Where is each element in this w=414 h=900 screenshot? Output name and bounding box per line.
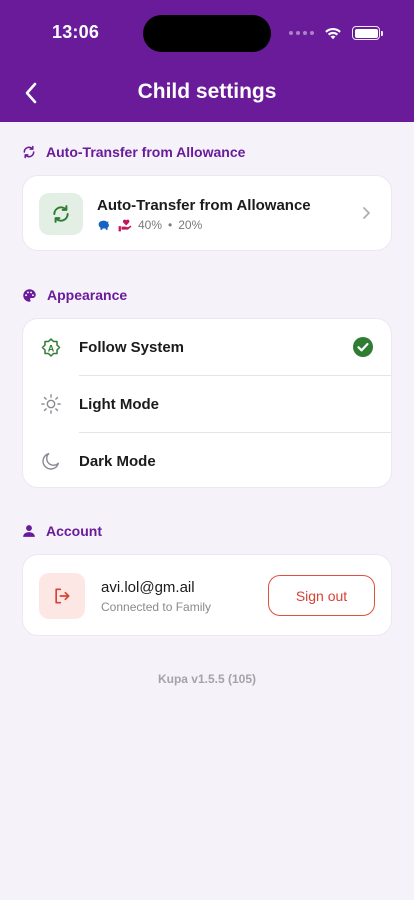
logout-icon [55, 588, 70, 604]
section-title-label: Auto-Transfer from Allowance [46, 144, 246, 160]
sign-out-button[interactable]: Sign out [268, 575, 375, 616]
battery-icon [352, 26, 383, 40]
account-subtitle: Connected to Family [101, 600, 212, 614]
account-card: avi.lol@gm.ail Connected to Family Sign … [22, 554, 392, 636]
app-header: 13:06 Child settings [0, 0, 414, 122]
status-icons [289, 26, 383, 40]
appearance-card: A Follow System Light Mode Dark Mode [22, 318, 392, 488]
section-title-label: Account [46, 523, 102, 539]
section-title-auto-transfer: Auto-Transfer from Allowance [22, 144, 245, 160]
section-title-appearance: Appearance [22, 287, 127, 303]
person-icon [23, 525, 35, 537]
theme-option-follow-system[interactable]: A Follow System [23, 319, 391, 375]
piggy-bank-icon [98, 220, 109, 230]
auto-theme-icon: A [39, 335, 63, 359]
section-title-label: Appearance [47, 287, 128, 303]
cellular-signal-icon [289, 31, 314, 35]
section-title-account: Account [22, 523, 102, 539]
account-email: avi.lol@gm.ail [101, 579, 195, 596]
theme-option-dark-mode[interactable]: Dark Mode [23, 433, 391, 489]
option-label: Light Mode [79, 395, 159, 413]
svg-text:A: A [48, 344, 55, 354]
transfer-icon-box [39, 193, 83, 235]
option-label: Follow System [79, 338, 185, 356]
second-percent: 20% [178, 218, 203, 232]
option-label: Dark Mode [79, 452, 156, 470]
status-time: 13:06 [52, 22, 100, 42]
auto-transfer-card[interactable]: Auto-Transfer from Allowance 40% • 20% [22, 175, 392, 251]
wifi-icon [325, 27, 341, 40]
donation-icon [118, 219, 132, 231]
page-title: Child settings [137, 80, 277, 103]
first-percent: 40% [138, 218, 163, 232]
dynamic-island [143, 15, 271, 52]
sync-icon [23, 145, 35, 159]
moon-icon [39, 449, 63, 473]
sun-icon [39, 392, 63, 416]
logout-icon-box [39, 573, 85, 619]
auto-transfer-title: Auto-Transfer from Allowance [97, 197, 311, 214]
check-circle-icon [353, 337, 373, 357]
palette-icon [23, 288, 36, 302]
auto-transfer-summary: 40% • 20% [97, 218, 202, 232]
theme-option-light-mode[interactable]: Light Mode [23, 376, 391, 432]
app-version: Kupa v1.5.5 (105) [157, 672, 257, 686]
sync-icon [53, 205, 69, 223]
summary-separator: • [168, 218, 173, 232]
chevron-right-icon [363, 207, 370, 219]
